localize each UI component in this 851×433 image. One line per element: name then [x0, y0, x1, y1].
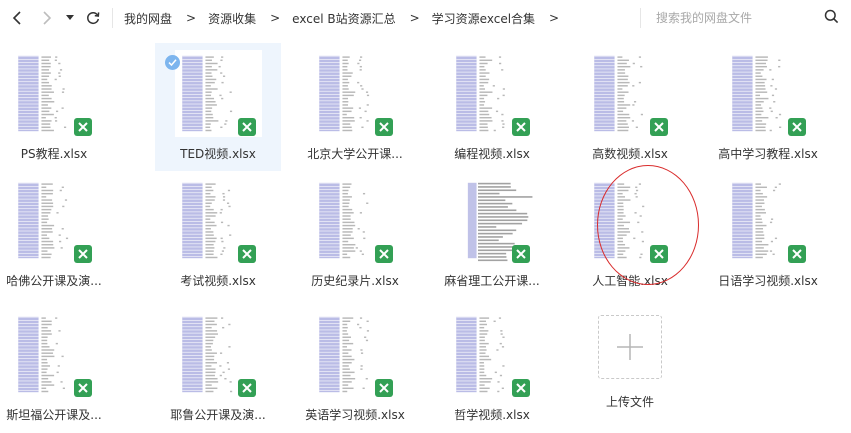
file-tile[interactable]: 人工智能.xlsx	[567, 170, 693, 298]
file-name: 哲学视频.xlsx	[454, 408, 530, 422]
refresh-button[interactable]	[83, 7, 103, 29]
excel-file-icon	[375, 245, 393, 263]
breadcrumb-item[interactable]: 我的网盘	[124, 10, 172, 27]
check-circle-icon[interactable]	[165, 55, 180, 70]
excel-file-icon	[238, 245, 256, 263]
top-toolbar: 我的网盘 > 资源收集 > excel B站资源汇总 > 学习资源excel合集 >	[0, 0, 851, 36]
excel-file-icon	[74, 245, 92, 263]
file-tile[interactable]: 日语学习视频.xlsx	[705, 170, 831, 298]
search-icon[interactable]	[824, 9, 839, 24]
excel-file-icon	[788, 245, 806, 263]
file-tile[interactable]: 高数视频.xlsx	[567, 43, 693, 171]
excel-file-icon	[512, 379, 530, 397]
file-grid: PS教程.xlsx TED视频.xlsx 北京大学公开课... 编程视频.xlsx 高数…	[0, 37, 851, 433]
file-name: 编程视频.xlsx	[454, 147, 530, 161]
file-name: 哈佛公开课及演...	[6, 274, 102, 288]
search-input[interactable]	[656, 9, 816, 27]
back-button[interactable]	[7, 7, 27, 29]
excel-file-icon	[650, 245, 668, 263]
file-tile[interactable]: 北京大学公开课...	[292, 43, 418, 171]
file-tile[interactable]: 英语学习视频.xlsx	[292, 304, 418, 432]
excel-file-icon	[512, 118, 530, 136]
caret-down-icon	[66, 15, 74, 20]
file-name: 斯坦福公开课及...	[6, 408, 102, 422]
breadcrumb-separator: >	[409, 11, 420, 25]
breadcrumb-separator: >	[270, 11, 281, 25]
file-name: 高数视频.xlsx	[592, 147, 668, 161]
file-tile[interactable]: 哲学视频.xlsx	[429, 304, 555, 432]
file-name: 历史纪录片.xlsx	[311, 274, 399, 288]
excel-file-icon	[74, 379, 92, 397]
file-tile[interactable]: 历史纪录片.xlsx	[292, 170, 418, 298]
file-name: PS教程.xlsx	[20, 147, 88, 161]
forward-button[interactable]	[37, 7, 57, 29]
toolbar-divider	[640, 8, 641, 28]
excel-file-icon	[788, 118, 806, 136]
upload-tile[interactable]: 上传文件	[567, 304, 693, 432]
excel-file-icon	[74, 118, 92, 136]
file-tile[interactable]: 考试视频.xlsx	[155, 170, 281, 298]
excel-file-icon	[238, 379, 256, 397]
toolbar-divider	[112, 8, 113, 28]
file-name: 麻省理工公开课...	[444, 274, 540, 288]
breadcrumb-separator: >	[186, 11, 197, 25]
plus-icon	[617, 334, 643, 360]
breadcrumb-item[interactable]: 资源收集	[208, 10, 256, 27]
file-tile[interactable]: 斯坦福公开课及...	[0, 304, 117, 432]
breadcrumb-separator: >	[549, 11, 560, 25]
file-name: 日语学习视频.xlsx	[718, 274, 818, 288]
excel-file-icon	[375, 379, 393, 397]
refresh-icon	[87, 11, 100, 25]
file-tile[interactable]: TED视频.xlsx	[155, 43, 281, 171]
upload-label: 上传文件	[605, 395, 654, 409]
file-name: 人工智能.xlsx	[592, 274, 668, 288]
file-name: 耶鲁公开课及演...	[170, 408, 266, 422]
breadcrumb: 我的网盘 > 资源收集 > excel B站资源汇总 > 学习资源excel合集 >	[124, 0, 571, 36]
file-name: 高中学习教程.xlsx	[718, 147, 818, 161]
excel-file-icon	[375, 118, 393, 136]
file-name: TED视频.xlsx	[180, 147, 256, 161]
chevron-left-icon	[12, 11, 21, 25]
excel-file-icon	[512, 245, 530, 263]
excel-file-icon	[238, 118, 256, 136]
chevron-right-icon	[43, 11, 52, 25]
breadcrumb-item[interactable]: excel B站资源汇总	[292, 10, 395, 27]
excel-file-icon	[650, 118, 668, 136]
file-tile[interactable]: 高中学习教程.xlsx	[705, 43, 831, 171]
file-tile[interactable]: 哈佛公开课及演...	[0, 170, 117, 298]
file-name: 北京大学公开课...	[307, 147, 403, 161]
file-tile[interactable]: 麻省理工公开课...	[429, 170, 555, 298]
file-name: 考试视频.xlsx	[180, 274, 256, 288]
history-dropdown-button[interactable]	[63, 7, 77, 29]
search-box	[656, 0, 851, 36]
file-tile[interactable]: 耶鲁公开课及演...	[155, 304, 281, 432]
file-tile[interactable]: PS教程.xlsx	[0, 43, 117, 171]
upload-button[interactable]	[598, 315, 662, 379]
file-tile[interactable]: 编程视频.xlsx	[429, 43, 555, 171]
breadcrumb-item[interactable]: 学习资源excel合集	[432, 10, 535, 27]
file-name: 英语学习视频.xlsx	[305, 408, 405, 422]
